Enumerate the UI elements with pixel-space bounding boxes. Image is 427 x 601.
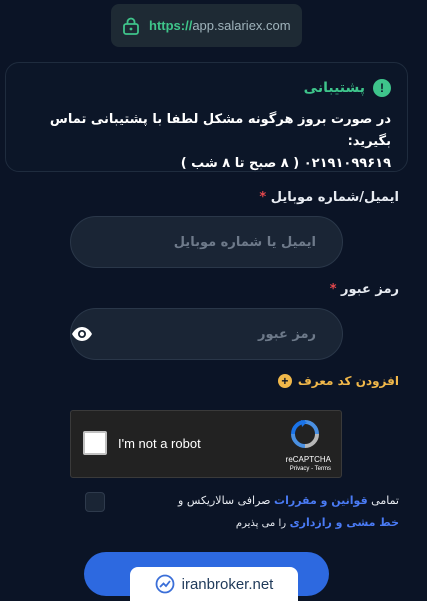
watermark-text: iranbroker.net xyxy=(181,575,274,593)
address-bar[interactable]: https://app.salariex.com xyxy=(111,4,302,47)
support-notice: ! پشتیبانی در صورت بروز هرگونه مشکل لطفا… xyxy=(5,62,408,172)
terms-checkbox[interactable] xyxy=(85,492,105,512)
support-title: پشتیبانی xyxy=(303,80,365,96)
required-mark: * xyxy=(259,190,267,205)
support-message: در صورت بروز هرگونه مشکل لطفا با پشتیبان… xyxy=(18,109,391,175)
email-label: ایمیل/شماره موبایل * xyxy=(259,190,399,205)
terms-prefix: تمامی xyxy=(371,494,399,507)
eye-icon[interactable] xyxy=(71,326,93,342)
watermark: iranbroker.net xyxy=(130,567,298,601)
url-scheme: https:// xyxy=(149,18,193,33)
terms-agreement: تمامی قوانین و مقررات صرافی سالاریکس و خ… xyxy=(79,490,399,535)
url-text: https://app.salariex.com xyxy=(149,18,291,33)
recaptcha-widget: I'm not a robot reCAPTCHA Privacy - Term… xyxy=(70,410,342,478)
chart-icon xyxy=(155,574,175,594)
privacy-link[interactable]: خط مشی و رازداری xyxy=(290,516,399,529)
password-input[interactable] xyxy=(109,309,342,359)
email-input[interactable] xyxy=(71,217,342,267)
terms-link[interactable]: قوانین و مقررات xyxy=(274,494,368,507)
recaptcha-icon xyxy=(291,420,319,448)
recaptcha-brand: reCAPTCHA xyxy=(285,455,331,464)
recaptcha-label: I'm not a robot xyxy=(118,436,201,451)
required-mark: * xyxy=(329,282,337,297)
terms-suffix: را می پذیرم xyxy=(235,518,287,529)
password-label-text: رمز عبور xyxy=(341,282,399,297)
password-field-wrapper xyxy=(70,308,343,360)
referral-label: افزودن کد معرف xyxy=(297,374,399,388)
support-message-line1: در صورت بروز هرگونه مشکل لطفا با پشتیبان… xyxy=(49,112,391,149)
recaptcha-links[interactable]: Privacy - Terms xyxy=(290,466,331,472)
support-phone: ۰۲۱۹۱۰۹۹۶۱۹ ( ۸ صبح تا ۸ شب ) xyxy=(180,156,391,171)
password-label: رمز عبور * xyxy=(330,282,399,297)
url-host: app.salariex.com xyxy=(192,18,291,33)
terms-middle: صرافی سالاریکس و xyxy=(178,494,271,507)
add-referral-link[interactable]: افزودن کد معرف + xyxy=(277,374,399,388)
recaptcha-checkbox[interactable] xyxy=(83,431,107,455)
email-field-wrapper xyxy=(70,216,343,268)
lock-icon xyxy=(123,17,139,35)
info-icon: ! xyxy=(373,79,391,97)
email-label-text: ایمیل/شماره موبایل xyxy=(270,190,399,205)
plus-circle-icon: + xyxy=(277,374,292,388)
